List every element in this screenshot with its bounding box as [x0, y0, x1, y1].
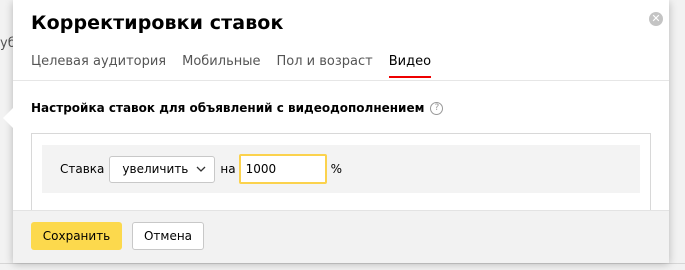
tab-gender-age[interactable]: Пол и возраст	[277, 54, 373, 78]
rate-value-input[interactable]	[238, 154, 327, 184]
tabs-bar: Целевая аудитория Мобильные Пол и возрас…	[31, 54, 447, 80]
chevron-down-icon	[196, 166, 206, 172]
section-header: Настройка ставок для объявлений с видеод…	[31, 101, 444, 115]
mode-select[interactable]: увеличить	[109, 155, 216, 183]
tab-mobile[interactable]: Мобильные	[182, 54, 260, 78]
section-title: Настройка ставок для объявлений с видеод…	[31, 101, 425, 115]
percent-unit: %	[330, 162, 342, 176]
rate-row: Ставка увеличить на %	[42, 145, 640, 193]
rate-label: Ставка	[60, 162, 105, 176]
mode-select-value: увеличить	[122, 162, 189, 176]
dialog-footer: Сохранить Отмена	[13, 210, 669, 263]
close-icon[interactable]: ✕	[649, 12, 663, 26]
save-button[interactable]: Сохранить	[31, 222, 122, 250]
cancel-button[interactable]: Отмена	[132, 222, 204, 250]
tabs-divider	[13, 80, 669, 81]
bid-adjustments-dialog: Корректировки ставок ✕ Целевая аудитория…	[3, 0, 669, 263]
background-divider	[0, 263, 685, 264]
by-label: на	[220, 162, 236, 176]
tab-video[interactable]: Видео	[388, 54, 432, 78]
tab-target-audience[interactable]: Целевая аудитория	[31, 54, 166, 78]
dialog-title: Корректировки ставок	[31, 12, 284, 34]
video-settings-box: Ставка увеличить на %	[31, 133, 651, 211]
dialog-pointer	[3, 108, 13, 128]
help-icon[interactable]: ?	[430, 101, 444, 115]
